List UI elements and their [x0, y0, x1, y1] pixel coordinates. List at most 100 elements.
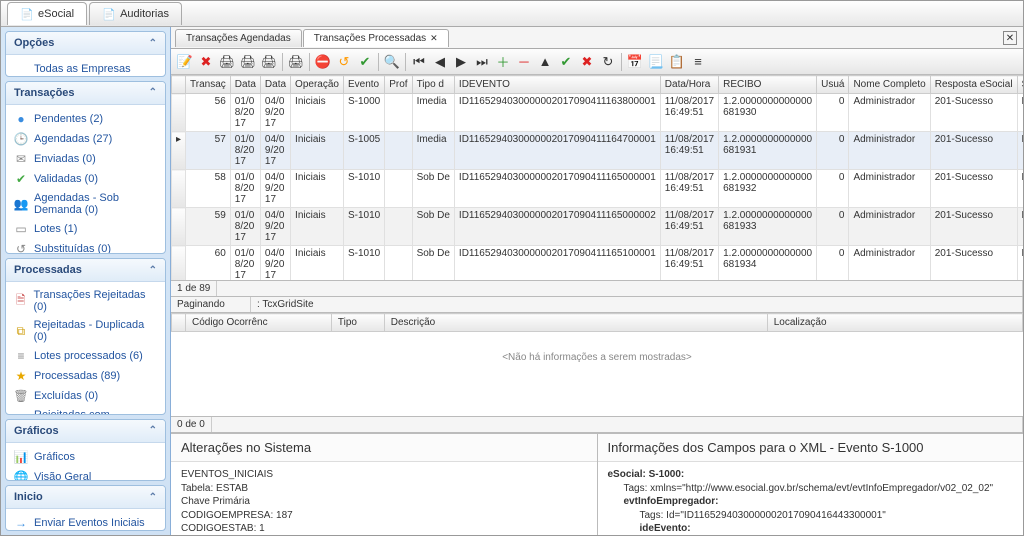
- toolbar-button[interactable]: 🖨: [259, 52, 279, 72]
- toolbar-button[interactable]: 🖨: [217, 52, 237, 72]
- column-header[interactable]: Situação do Evento: [1017, 76, 1023, 94]
- toolbar-button[interactable]: －: [514, 52, 534, 72]
- row-handle[interactable]: [172, 246, 186, 282]
- sub-tab[interactable]: Transações Processadas ✕: [303, 29, 449, 47]
- column-header[interactable]: Usuá: [817, 76, 849, 94]
- toolbar-button[interactable]: ⛔: [313, 52, 333, 72]
- sidebar-item[interactable]: ▭Lotes (1): [6, 219, 165, 239]
- table-row[interactable]: 5601/08/201704/09/2017IniciaisS-1000Imed…: [172, 94, 1024, 132]
- toolbar-button[interactable]: ▶: [451, 52, 471, 72]
- table-row[interactable]: ▸5701/08/201704/09/2017IniciaisS-1005Ime…: [172, 132, 1024, 170]
- toolbar-button[interactable]: ↺: [334, 52, 354, 72]
- toolbar-button[interactable]: 📃: [646, 52, 666, 72]
- toolbar-button[interactable]: 🖨: [238, 52, 258, 72]
- row-handle[interactable]: [172, 170, 186, 208]
- toolbar-button[interactable]: ✖: [577, 52, 597, 72]
- transactions-grid[interactable]: TransaçDataDataOperaçãoEventoProfTipo dI…: [171, 75, 1023, 281]
- cell: Processado: [1017, 208, 1023, 246]
- column-header[interactable]: [172, 314, 186, 332]
- column-header[interactable]: Nome Completo: [849, 76, 930, 94]
- toolbar-button[interactable]: ✖: [196, 52, 216, 72]
- toolbar-button[interactable]: ✔: [556, 52, 576, 72]
- column-header[interactable]: Transaç: [186, 76, 231, 94]
- column-header[interactable]: Operação: [291, 76, 344, 94]
- sidebar-item[interactable]: ✉Enviadas (0): [6, 149, 165, 169]
- toolbar-button[interactable]: 🔍: [382, 52, 402, 72]
- close-icon[interactable]: ✕: [430, 33, 438, 44]
- top-tab-esocial[interactable]: 📄eSocial: [7, 2, 87, 25]
- close-panel-icon[interactable]: ✕: [1003, 31, 1017, 45]
- info-line: Chave Primária: [181, 495, 587, 509]
- panel-header[interactable]: Opções⌃: [6, 32, 165, 55]
- sidebar-item[interactable]: ★Processadas (89): [6, 366, 165, 386]
- sidebar-item[interactable]: ⧉Rejeitadas - Duplicada (0): [6, 316, 165, 346]
- chevron-up-icon: ⌃: [149, 38, 157, 49]
- toolbar-button[interactable]: 📋: [667, 52, 687, 72]
- cell: 11/08/201716:49:51: [660, 246, 718, 282]
- row-handle[interactable]: ▸: [172, 132, 186, 170]
- column-header[interactable]: Localização: [767, 314, 1022, 332]
- table-row[interactable]: 6001/08/201704/09/2017IniciaisS-1010Sob …: [172, 246, 1024, 282]
- toolbar-button[interactable]: ▲: [535, 52, 555, 72]
- column-header[interactable]: Descrição: [384, 314, 767, 332]
- top-tabstrip: 📄eSocial📄Auditorias: [1, 1, 1023, 27]
- sidebar-item[interactable]: →Enviar Eventos Iniciais: [6, 513, 165, 531]
- sub-tab[interactable]: Transações Agendadas: [175, 29, 302, 47]
- sidebar-item-label: Excluídas (0): [34, 390, 98, 402]
- sidebar-item[interactable]: 📊Gráficos: [6, 447, 165, 467]
- column-header[interactable]: Data: [230, 76, 260, 94]
- column-header[interactable]: Código Ocorrênc: [186, 314, 332, 332]
- row-handle[interactable]: [172, 208, 186, 246]
- column-header[interactable]: Tipo d: [412, 76, 454, 94]
- sidebar-item[interactable]: ↺Substituídas (0): [6, 239, 165, 255]
- toolbar-button[interactable]: ≡: [688, 52, 708, 72]
- toolbar-button[interactable]: ⏭: [472, 52, 492, 72]
- sidebar-item[interactable]: 🌐Visão Geral: [6, 467, 165, 482]
- column-header[interactable]: [172, 76, 186, 94]
- toolbar-icon: ↻: [603, 54, 614, 70]
- toolbar-button[interactable]: ⏮: [409, 52, 429, 72]
- panel-header[interactable]: Processadas⌃: [6, 259, 165, 282]
- cell: 60: [186, 246, 231, 282]
- column-header[interactable]: Evento: [343, 76, 384, 94]
- toolbar-button[interactable]: ＋: [493, 52, 513, 72]
- sidebar-item[interactable]: ●Pendentes (2): [6, 109, 165, 129]
- sidebar-item[interactable]: 🗎Transações Rejeitadas (0): [6, 286, 165, 316]
- toolbar-button[interactable]: ◀: [430, 52, 450, 72]
- column-header[interactable]: RECIBO: [719, 76, 817, 94]
- column-header[interactable]: Data/Hora: [660, 76, 718, 94]
- top-tab-auditorias[interactable]: 📄Auditorias: [89, 2, 182, 25]
- sidebar-item[interactable]: Todas as Empresas: [6, 59, 165, 77]
- table-row[interactable]: 5801/08/201704/09/2017IniciaisS-1010Sob …: [172, 170, 1024, 208]
- occurrence-grid[interactable]: Código OcorrêncTipoDescriçãoLocalização: [171, 313, 1023, 332]
- panel-header[interactable]: Inicio⌃: [6, 486, 165, 509]
- column-header[interactable]: Resposta eSocial: [930, 76, 1017, 94]
- panel-body: ●Pendentes (2)🕒Agendadas (27)✉Enviadas (…: [6, 105, 165, 255]
- toolbar-button[interactable]: ✔: [355, 52, 375, 72]
- sidebar-item[interactable]: ✔Validadas (0): [6, 169, 165, 189]
- sidebar-item[interactable]: 👥Agendadas - Sob Demanda (0): [6, 189, 165, 219]
- toolbar-button[interactable]: 📅: [625, 52, 645, 72]
- paging-value: : TcxGridSite: [251, 297, 1023, 312]
- toolbar-button[interactable]: 🖨: [286, 52, 306, 72]
- sidebar-item-icon: 🗑: [14, 389, 28, 403]
- column-header[interactable]: IDEVENTO: [454, 76, 660, 94]
- column-header[interactable]: Prof: [385, 76, 412, 94]
- sidebar-item[interactable]: 🕒Agendadas (27): [6, 129, 165, 149]
- column-header[interactable]: Data: [260, 76, 290, 94]
- row-handle[interactable]: [172, 94, 186, 132]
- sidebar-item[interactable]: 🗑 Excluídas (0): [6, 386, 165, 406]
- toolbar-button[interactable]: ↻: [598, 52, 618, 72]
- tab-label: Auditorias: [120, 8, 169, 20]
- cell: Administrador: [849, 94, 930, 132]
- sidebar-item[interactable]: 🔧Rejeitadas com Intervenção (0): [6, 406, 165, 415]
- table-row[interactable]: 5901/08/201704/09/2017IniciaisS-1010Sob …: [172, 208, 1024, 246]
- sidebar-item[interactable]: ≡Lotes processados (6): [6, 346, 165, 366]
- panel-header[interactable]: Transações⌃: [6, 82, 165, 105]
- grid-scroll[interactable]: TransaçDataDataOperaçãoEventoProfTipo dI…: [171, 75, 1023, 281]
- panel-header[interactable]: Gráficos⌃: [6, 420, 165, 443]
- sidebar-item-label: Enviar Eventos Iniciais: [34, 517, 145, 529]
- column-header[interactable]: Tipo: [331, 314, 384, 332]
- sub-tab-label: Transações Processadas: [314, 33, 426, 44]
- toolbar-button[interactable]: 📝: [175, 52, 195, 72]
